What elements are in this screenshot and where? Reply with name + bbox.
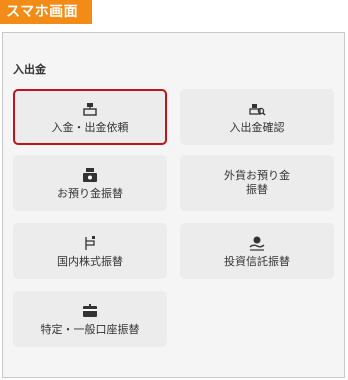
foreign-cash-transfer-tile[interactable]: 外貨お預り金 振替 (180, 155, 334, 211)
cash-transfer-icon (81, 166, 99, 184)
tile-label: 入出金確認 (229, 120, 285, 134)
deposit-withdraw-tile[interactable]: 入金・出金依頼 (13, 89, 167, 145)
tile-label: 入金・出金依頼 (51, 120, 129, 134)
tile-label: お預り金振替 (57, 186, 123, 200)
tile-label: 投資信託振替 (224, 254, 290, 268)
phone-frame: 入出金 入金・出金依頼 入出金確認 お預り金振替 外貨お預り金 振替 国内株式振… (2, 32, 345, 378)
screen-type-tag: スマホ画面 (0, 0, 92, 24)
tile-label: 外貨お預り金 振替 (224, 169, 290, 196)
tile-label: 特定・一般口座振替 (40, 322, 140, 336)
account-transfer-icon (81, 302, 99, 320)
deposit-withdraw-icon (81, 100, 99, 118)
deposit-check-icon (248, 100, 266, 118)
section-title: 入出金 (13, 63, 46, 76)
fund-transfer-icon (248, 234, 266, 252)
stock-transfer-icon (81, 234, 99, 252)
fund-transfer-tile[interactable]: 投資信託振替 (180, 223, 334, 279)
stock-transfer-tile[interactable]: 国内株式振替 (13, 223, 167, 279)
cash-transfer-tile[interactable]: お預り金振替 (13, 155, 167, 211)
tile-label: 国内株式振替 (57, 254, 123, 268)
deposit-check-tile[interactable]: 入出金確認 (180, 89, 334, 145)
account-transfer-tile[interactable]: 特定・一般口座振替 (13, 291, 167, 347)
